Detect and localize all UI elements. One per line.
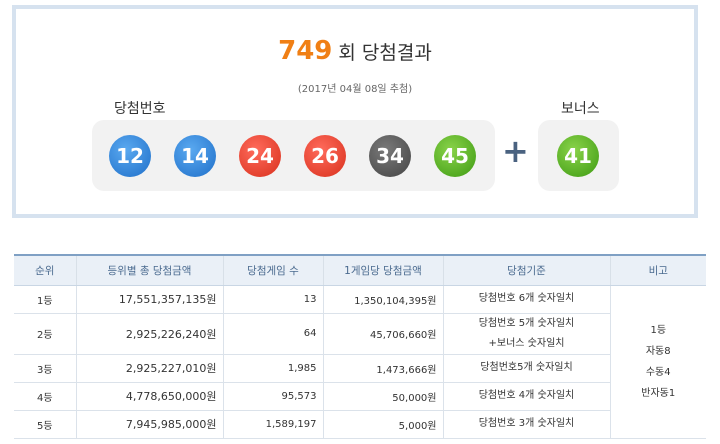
header-criteria: 당첨기준 xyxy=(442,254,610,286)
total-amount-cell: 17,551,357,135원 xyxy=(75,285,223,314)
per-game-cell: 1,350,104,395원 xyxy=(322,285,443,314)
table-row: 3등 2,925,227,010원 1,985 1,473,666원 당첨번호5… xyxy=(14,354,706,383)
criteria-text: 당첨번호 6개 숫자일치 xyxy=(478,293,575,304)
winning-ball-2: 14 xyxy=(174,135,216,177)
winning-ball-4: 26 xyxy=(304,135,346,177)
rank-cell: 5등 xyxy=(14,410,76,439)
criteria-text: 당첨번호 3개 숫자일치 xyxy=(478,418,575,429)
draw-date: (2017년 04월 08일 추첨) xyxy=(297,84,413,95)
criteria-cell: 당첨번호 6개 숫자일치 xyxy=(442,285,610,314)
prize-table-header: 순위 등위별 총 당첨금액 당첨게임 수 1게임당 당첨금액 당첨기준 비고 xyxy=(14,254,706,286)
winning-ball-6: 45 xyxy=(434,135,476,177)
criteria-cell: 당첨번호 3개 숫자일치 xyxy=(442,410,610,439)
draw-title-suffix: 회 당첨결과 xyxy=(338,42,432,64)
winning-numbers-panel: 12 14 24 26 34 45 xyxy=(92,120,495,191)
table-row: 5등 7,945,985,000원 1,589,197 5,000원 당첨번호 … xyxy=(14,410,706,439)
per-game-cell: 5,000원 xyxy=(322,410,443,439)
criteria-cell: 당첨번호5개 숫자일치 xyxy=(442,354,610,383)
note-line: 수동4 xyxy=(645,366,671,378)
games-cell: 1,589,197 xyxy=(222,410,323,439)
games-cell: 64 xyxy=(222,313,323,355)
note-cell: 1등 자동8 수동4 반자동1 xyxy=(609,285,706,439)
bonus-number-panel: 41 xyxy=(538,120,619,191)
rank-cell: 3등 xyxy=(14,354,76,383)
header-total-amount: 등위별 총 당첨금액 xyxy=(75,254,223,286)
table-row: 2등 2,925,226,240원 64 45,706,660원 당첨번호 5개… xyxy=(14,313,706,355)
winning-ball-5: 34 xyxy=(369,135,411,177)
table-row: 4등 4,778,650,000원 95,573 50,000원 당첨번호 4개… xyxy=(14,382,706,411)
header-winning-games: 당첨게임 수 xyxy=(222,254,323,286)
winning-ball-3: 24 xyxy=(239,135,281,177)
note-line: 반자동1 xyxy=(641,387,676,399)
draw-number: 749 xyxy=(278,36,333,66)
total-amount-cell: 2,925,226,240원 xyxy=(75,313,223,355)
rank-cell: 1등 xyxy=(14,285,76,314)
header-rank: 순위 xyxy=(14,254,76,286)
prize-table: 순위 등위별 총 당첨금액 당첨게임 수 1게임당 당첨금액 당첨기준 비고 1… xyxy=(14,254,706,439)
criteria-text: 당첨번호 5개 숫자일치 xyxy=(478,317,575,329)
bonus-number-label: 보너스 xyxy=(561,101,600,117)
table-row: 1등 17,551,357,135원 13 1,350,104,395원 당첨번… xyxy=(14,285,706,439)
winning-numbers-label: 당첨번호 xyxy=(114,101,166,117)
criteria-text-bonus: +보너스 숫자일치 xyxy=(488,337,565,349)
per-game-cell: 1,473,666원 xyxy=(322,354,443,383)
bonus-ball: 41 xyxy=(557,135,599,177)
header-per-game-amount: 1게임당 당첨금액 xyxy=(322,254,443,286)
criteria-text: 당첨번호5개 숫자일치 xyxy=(480,362,573,373)
header-note: 비고 xyxy=(609,254,706,286)
games-cell: 13 xyxy=(222,285,323,314)
total-amount-cell: 2,925,227,010원 xyxy=(75,354,223,383)
rank-cell: 2등 xyxy=(14,313,76,355)
draw-title: 749 회 당첨결과 xyxy=(16,36,694,66)
criteria-cell: 당첨번호 4개 숫자일치 xyxy=(442,382,610,411)
per-game-cell: 45,706,660원 xyxy=(322,313,443,355)
criteria-cell: 당첨번호 5개 숫자일치 +보너스 숫자일치 xyxy=(442,313,610,355)
total-amount-cell: 4,778,650,000원 xyxy=(75,382,223,411)
note-line: 1등 xyxy=(650,324,667,336)
note-line: 자동8 xyxy=(645,345,671,357)
games-cell: 1,985 xyxy=(222,354,323,383)
per-game-cell: 50,000원 xyxy=(322,382,443,411)
draw-result-panel: 749 회 당첨결과 (2017년 04월 08일 추첨) 당첨번호 보너스 12… xyxy=(12,5,698,218)
games-cell: 95,573 xyxy=(222,382,323,411)
winning-ball-1: 12 xyxy=(109,135,151,177)
rank-cell: 4등 xyxy=(14,382,76,411)
plus-icon: + xyxy=(502,132,529,170)
criteria-text: 당첨번호 4개 숫자일치 xyxy=(478,390,575,401)
total-amount-cell: 7,945,985,000원 xyxy=(75,410,223,439)
